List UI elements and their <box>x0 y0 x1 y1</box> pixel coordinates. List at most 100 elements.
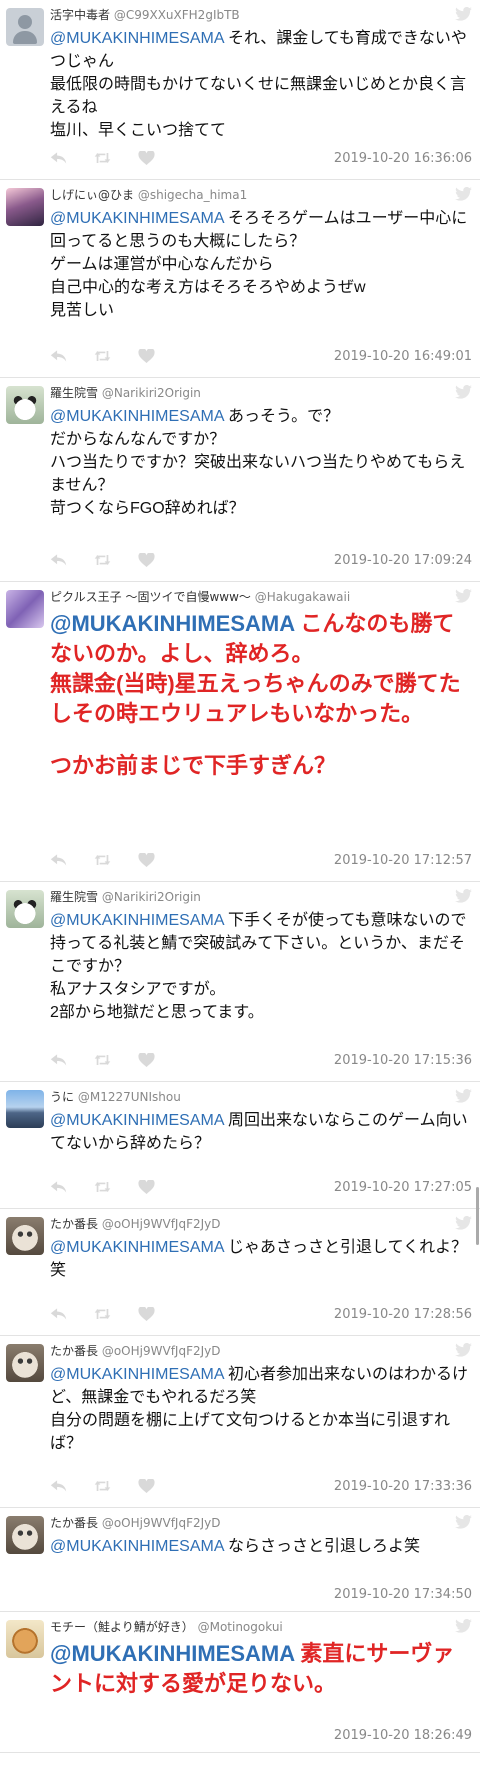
twitter-bird-icon <box>455 589 472 603</box>
tweet-body: @MUKAKINHIMESAMA 素直にサーヴァントに対する愛が足りない。 <box>50 1639 472 1699</box>
tweet-card[interactable]: うに @M1227UNIshou @MUKAKINHIMESAMA 周回出来ない… <box>0 1082 480 1209</box>
retweet-button[interactable] <box>94 852 138 868</box>
reply-button[interactable] <box>50 852 94 868</box>
mention-link[interactable]: @MUKAKINHIMESAMA <box>50 912 224 929</box>
avatar[interactable] <box>6 1217 44 1255</box>
display-name[interactable]: 羅生院雪 <box>50 386 98 400</box>
timestamp[interactable]: 2019-10-20 17:27:05 <box>334 1180 472 1195</box>
timestamp[interactable]: 2019-10-20 17:34:50 <box>334 1587 472 1602</box>
mention-link[interactable]: @MUKAKINHIMESAMA <box>50 611 294 636</box>
retweet-button[interactable] <box>94 1179 138 1195</box>
tweet-card[interactable]: たか番長 @oOHj9WVfJqF2JyD @MUKAKINHIMESAMA じ… <box>0 1209 480 1336</box>
tweet-card[interactable]: ピクルス王子 〜固ツイで自慢www〜 @Hakugakawaii @MUKAKI… <box>0 582 480 882</box>
tweet-body: @MUKAKINHIMESAMA 初心者参加出来ないのはわかるけど、無課金でもや… <box>50 1363 472 1455</box>
retweet-icon <box>94 855 111 865</box>
tweet-body: @MUKAKINHIMESAMA じゃあさっさと引退してくれよ？笑 <box>50 1236 472 1282</box>
display-name[interactable]: たか番長 <box>50 1516 98 1530</box>
retweet-button[interactable] <box>94 348 138 364</box>
reply-button[interactable] <box>50 1306 94 1322</box>
timestamp[interactable]: 2019-10-20 18:26:49 <box>334 1728 472 1743</box>
retweet-icon <box>94 351 111 361</box>
heart-icon <box>138 1180 155 1194</box>
avatar[interactable] <box>6 1344 44 1382</box>
timestamp[interactable]: 2019-10-20 17:33:36 <box>334 1479 472 1494</box>
timestamp[interactable]: 2019-10-20 17:12:57 <box>334 853 472 868</box>
mention-link[interactable]: @MUKAKINHIMESAMA <box>50 1239 224 1256</box>
reply-button[interactable] <box>50 348 94 364</box>
mention-link[interactable]: @MUKAKINHIMESAMA <box>50 210 224 227</box>
like-button[interactable] <box>138 552 182 568</box>
avatar[interactable] <box>6 386 44 424</box>
mention-link[interactable]: @MUKAKINHIMESAMA <box>50 1112 224 1129</box>
reply-button[interactable] <box>50 1052 94 1068</box>
tweet-header: 羅生院雪 @Narikiri2Origin <box>50 384 472 402</box>
retweet-button[interactable] <box>94 1052 138 1068</box>
user-handle[interactable]: @oOHj9WVfJqF2JyD <box>102 1344 221 1358</box>
tweet-card[interactable]: しげにぃ@ひま @shigecha_hima1 @MUKAKINHIMESAMA… <box>0 180 480 378</box>
reply-button[interactable] <box>50 552 94 568</box>
user-handle[interactable]: @shigecha_hima1 <box>138 188 247 202</box>
avatar[interactable] <box>6 890 44 928</box>
mention-link[interactable]: @MUKAKINHIMESAMA <box>50 1366 224 1383</box>
mention-link[interactable]: @MUKAKINHIMESAMA <box>50 30 224 47</box>
tweet-card[interactable]: 羅生院雪 @Narikiri2Origin @MUKAKINHIMESAMA あ… <box>0 378 480 582</box>
timestamp[interactable]: 2019-10-20 17:09:24 <box>334 553 472 568</box>
display-name[interactable]: 羅生院雪 <box>50 890 98 904</box>
tweet-card[interactable]: たか番長 @oOHj9WVfJqF2JyD @MUKAKINHIMESAMA な… <box>0 1508 480 1612</box>
retweet-button[interactable] <box>94 1478 138 1494</box>
avatar[interactable] <box>6 1620 44 1658</box>
display-name[interactable]: うに <box>50 1090 74 1104</box>
avatar[interactable] <box>6 8 44 46</box>
like-button[interactable] <box>138 852 182 868</box>
like-button[interactable] <box>138 1052 182 1068</box>
timestamp[interactable]: 2019-10-20 17:28:56 <box>334 1307 472 1322</box>
like-button[interactable] <box>138 1478 182 1494</box>
scrollbar[interactable] <box>476 1187 479 1245</box>
avatar[interactable] <box>6 590 44 628</box>
like-button[interactable] <box>138 348 182 364</box>
user-handle[interactable]: @Motinogokui <box>198 1620 283 1634</box>
user-handle[interactable]: @C99XXuXFH2gIbTB <box>114 8 240 22</box>
retweet-icon <box>94 1481 111 1491</box>
tweet-header: 羅生院雪 @Narikiri2Origin <box>50 888 472 906</box>
display-name[interactable]: たか番長 <box>50 1344 98 1358</box>
tweet-text-extra: つかお前まじで下手すぎん？ <box>50 753 337 778</box>
reply-button[interactable] <box>50 150 94 166</box>
display-name[interactable]: 活字中毒者 <box>50 8 110 22</box>
retweet-icon <box>94 1182 111 1192</box>
like-button[interactable] <box>138 150 182 166</box>
tweet-actions: 2019-10-20 17:28:56 <box>50 1299 472 1329</box>
timestamp[interactable]: 2019-10-20 16:49:01 <box>334 349 472 364</box>
tweet-card[interactable]: たか番長 @oOHj9WVfJqF2JyD @MUKAKINHIMESAMA 初… <box>0 1336 480 1508</box>
like-button[interactable] <box>138 1306 182 1322</box>
reply-button[interactable] <box>50 1478 94 1494</box>
display-name[interactable]: ピクルス王子 〜固ツイで自慢www〜 <box>50 590 251 604</box>
display-name[interactable]: しげにぃ@ひま <box>50 188 134 202</box>
heart-icon <box>138 1479 155 1493</box>
tweet-card[interactable]: 羅生院雪 @Narikiri2Origin @MUKAKINHIMESAMA 下… <box>0 882 480 1082</box>
user-handle[interactable]: @M1227UNIshou <box>78 1090 181 1104</box>
display-name[interactable]: モチー（鮭より鯖が好き） <box>50 1620 194 1634</box>
user-handle[interactable]: @Narikiri2Origin <box>102 890 201 904</box>
avatar[interactable] <box>6 1516 44 1554</box>
timestamp[interactable]: 2019-10-20 16:36:06 <box>334 151 472 166</box>
mention-link[interactable]: @MUKAKINHIMESAMA <box>50 408 224 425</box>
user-handle[interactable]: @Hakugakawaii <box>255 590 350 604</box>
avatar[interactable] <box>6 188 44 226</box>
tweet-card[interactable]: モチー（鮭より鯖が好き） @Motinogokui @MUKAKINHIMESA… <box>0 1612 480 1753</box>
like-button[interactable] <box>138 1179 182 1195</box>
avatar[interactable] <box>6 1090 44 1128</box>
user-handle[interactable]: @Narikiri2Origin <box>102 386 201 400</box>
mention-link[interactable]: @MUKAKINHIMESAMA <box>50 1538 224 1555</box>
retweet-button[interactable] <box>94 552 138 568</box>
reply-button[interactable] <box>50 1179 94 1195</box>
display-name[interactable]: たか番長 <box>50 1217 98 1231</box>
timestamp[interactable]: 2019-10-20 17:15:36 <box>334 1053 472 1068</box>
reply-icon <box>50 554 67 566</box>
user-handle[interactable]: @oOHj9WVfJqF2JyD <box>102 1217 221 1231</box>
retweet-button[interactable] <box>94 1306 138 1322</box>
mention-link[interactable]: @MUKAKINHIMESAMA <box>50 1641 294 1666</box>
retweet-button[interactable] <box>94 150 138 166</box>
tweet-card[interactable]: 活字中毒者 @C99XXuXFH2gIbTB @MUKAKINHIMESAMA … <box>0 0 480 180</box>
user-handle[interactable]: @oOHj9WVfJqF2JyD <box>102 1516 221 1530</box>
